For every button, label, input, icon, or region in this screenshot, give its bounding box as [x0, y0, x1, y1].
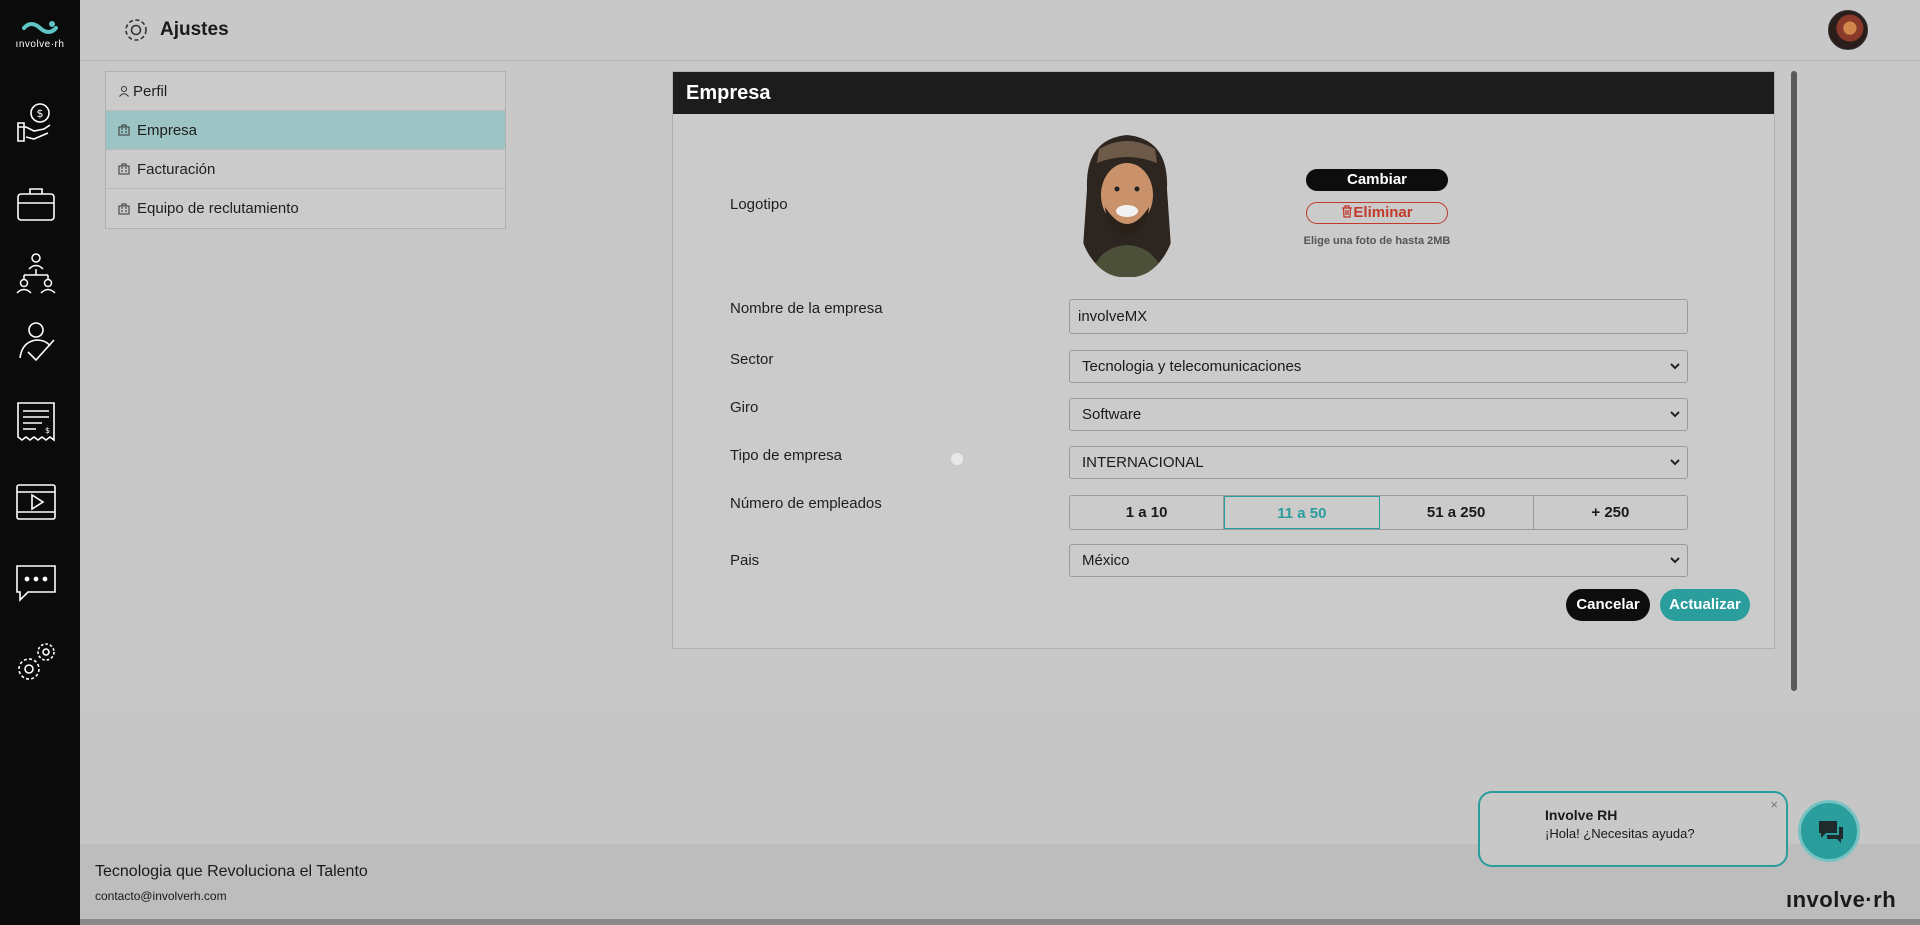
- footer-brand-logo: ınvolve·rh: [1786, 887, 1897, 912]
- menu-item-label: Perfil: [133, 82, 168, 100]
- employees-segmented-control: 1 a 10 11 a 50 51 a 250 + 250: [1069, 495, 1688, 530]
- giro-value: Software: [1082, 406, 1142, 423]
- menu-item-label: Equipo de reclutamiento: [137, 200, 299, 217]
- country-value: México: [1082, 552, 1130, 569]
- company-name-label: Nombre de la empresa: [730, 300, 883, 317]
- menu-item-equipo[interactable]: Equipo de reclutamiento: [106, 189, 505, 228]
- company-type-select[interactable]: INTERNACIONAL: [1069, 446, 1688, 479]
- chat-popup[interactable]: Involve RH ¡Hola! ¿Necesitas ayuda? ×: [1478, 791, 1788, 867]
- candidate-check-nav-icon[interactable]: [14, 320, 58, 364]
- briefcase-nav-icon[interactable]: [14, 181, 58, 225]
- giro-select[interactable]: Software: [1069, 398, 1688, 431]
- photo-hint: Elige una foto de hasta 2MB: [1303, 235, 1451, 247]
- logo-text: ınvolve·rh: [15, 39, 65, 50]
- employees-label: Número de empleados: [730, 495, 882, 512]
- chevron-down-icon: [1670, 459, 1680, 466]
- video-nav-icon[interactable]: [14, 480, 58, 524]
- trash-icon: [1342, 205, 1353, 218]
- team-nav-icon[interactable]: [14, 251, 58, 295]
- scrollbar[interactable]: [1791, 71, 1797, 691]
- svg-text:$: $: [45, 426, 50, 435]
- page-title: Ajustes: [160, 19, 229, 40]
- sector-label: Sector: [730, 351, 774, 368]
- sector-value: Tecnologia y telecomunicaciones: [1082, 358, 1302, 375]
- panel-header: Empresa: [673, 72, 1774, 114]
- user-avatar[interactable]: [1828, 10, 1868, 50]
- logo-label: Logotipo: [730, 196, 788, 213]
- company-type-label: Tipo de empresa: [730, 447, 843, 464]
- payroll-nav-icon[interactable]: $: [14, 99, 58, 143]
- menu-item-label: Empresa: [137, 121, 198, 139]
- company-name-input[interactable]: involveMX: [1069, 299, 1688, 334]
- footer-tagline: Tecnologia que Revoluciona el Talento: [95, 863, 368, 880]
- person-icon: [119, 86, 129, 97]
- chat-launcher-button[interactable]: [1798, 800, 1860, 862]
- employees-option-1-10[interactable]: 1 a 10: [1070, 496, 1225, 529]
- settings-nav-icon[interactable]: [14, 640, 58, 684]
- logo-wave-icon: [22, 21, 58, 34]
- chat-nav-icon[interactable]: [14, 560, 58, 604]
- chevron-down-icon: [1670, 557, 1680, 564]
- chat-close-button[interactable]: ×: [1770, 797, 1778, 812]
- svg-text:$: $: [37, 107, 44, 120]
- menu-item-empresa[interactable]: Empresa: [106, 111, 505, 150]
- main-sidebar: ınvolve·rh $ $: [0, 0, 80, 925]
- footer-email[interactable]: contacto@involverh.com: [95, 889, 227, 903]
- country-label: Pais: [730, 552, 760, 569]
- building-icon: [118, 163, 130, 175]
- giro-label: Giro: [730, 399, 759, 416]
- delete-logo-button[interactable]: Eliminar: [1306, 202, 1448, 224]
- footer-bottom-bar: [80, 919, 1920, 925]
- chat-greeting: ¡Hola! ¿Necesitas ayuda?: [1545, 826, 1695, 841]
- update-button[interactable]: Actualizar: [1660, 589, 1750, 621]
- company-type-value: INTERNACIONAL: [1082, 454, 1204, 471]
- sector-select[interactable]: Tecnologia y telecomunicaciones: [1069, 350, 1688, 383]
- menu-item-facturacion[interactable]: Facturación: [106, 150, 505, 189]
- menu-item-label: Facturación: [137, 160, 216, 178]
- gear-icon: [122, 16, 150, 44]
- chevron-down-icon: [1670, 411, 1680, 418]
- top-bar: Ajustes: [80, 0, 1920, 61]
- building-icon: [118, 203, 130, 214]
- menu-item-perfil[interactable]: Perfil: [106, 72, 505, 111]
- invoice-nav-icon[interactable]: $: [14, 400, 58, 444]
- delete-label: Eliminar: [1353, 204, 1413, 221]
- employees-option-250-plus[interactable]: + 250: [1534, 496, 1687, 529]
- company-logo-image: [1077, 129, 1177, 277]
- app-logo[interactable]: ınvolve·rh: [12, 20, 68, 50]
- change-logo-button[interactable]: Cambiar: [1306, 169, 1448, 191]
- indicator-dot: [951, 453, 963, 465]
- cancel-button[interactable]: Cancelar: [1566, 589, 1650, 621]
- country-select[interactable]: México: [1069, 544, 1688, 577]
- chat-agent-name: Involve RH: [1545, 807, 1618, 823]
- employees-option-51-250[interactable]: 51 a 250: [1380, 496, 1534, 529]
- employees-option-11-50[interactable]: 11 a 50: [1224, 496, 1380, 529]
- chevron-down-icon: [1670, 363, 1680, 370]
- settings-menu: Perfil Empresa Facturación Equipo de rec…: [105, 71, 506, 229]
- building-icon: [118, 124, 130, 136]
- chat-bubbles-icon: [1819, 821, 1843, 843]
